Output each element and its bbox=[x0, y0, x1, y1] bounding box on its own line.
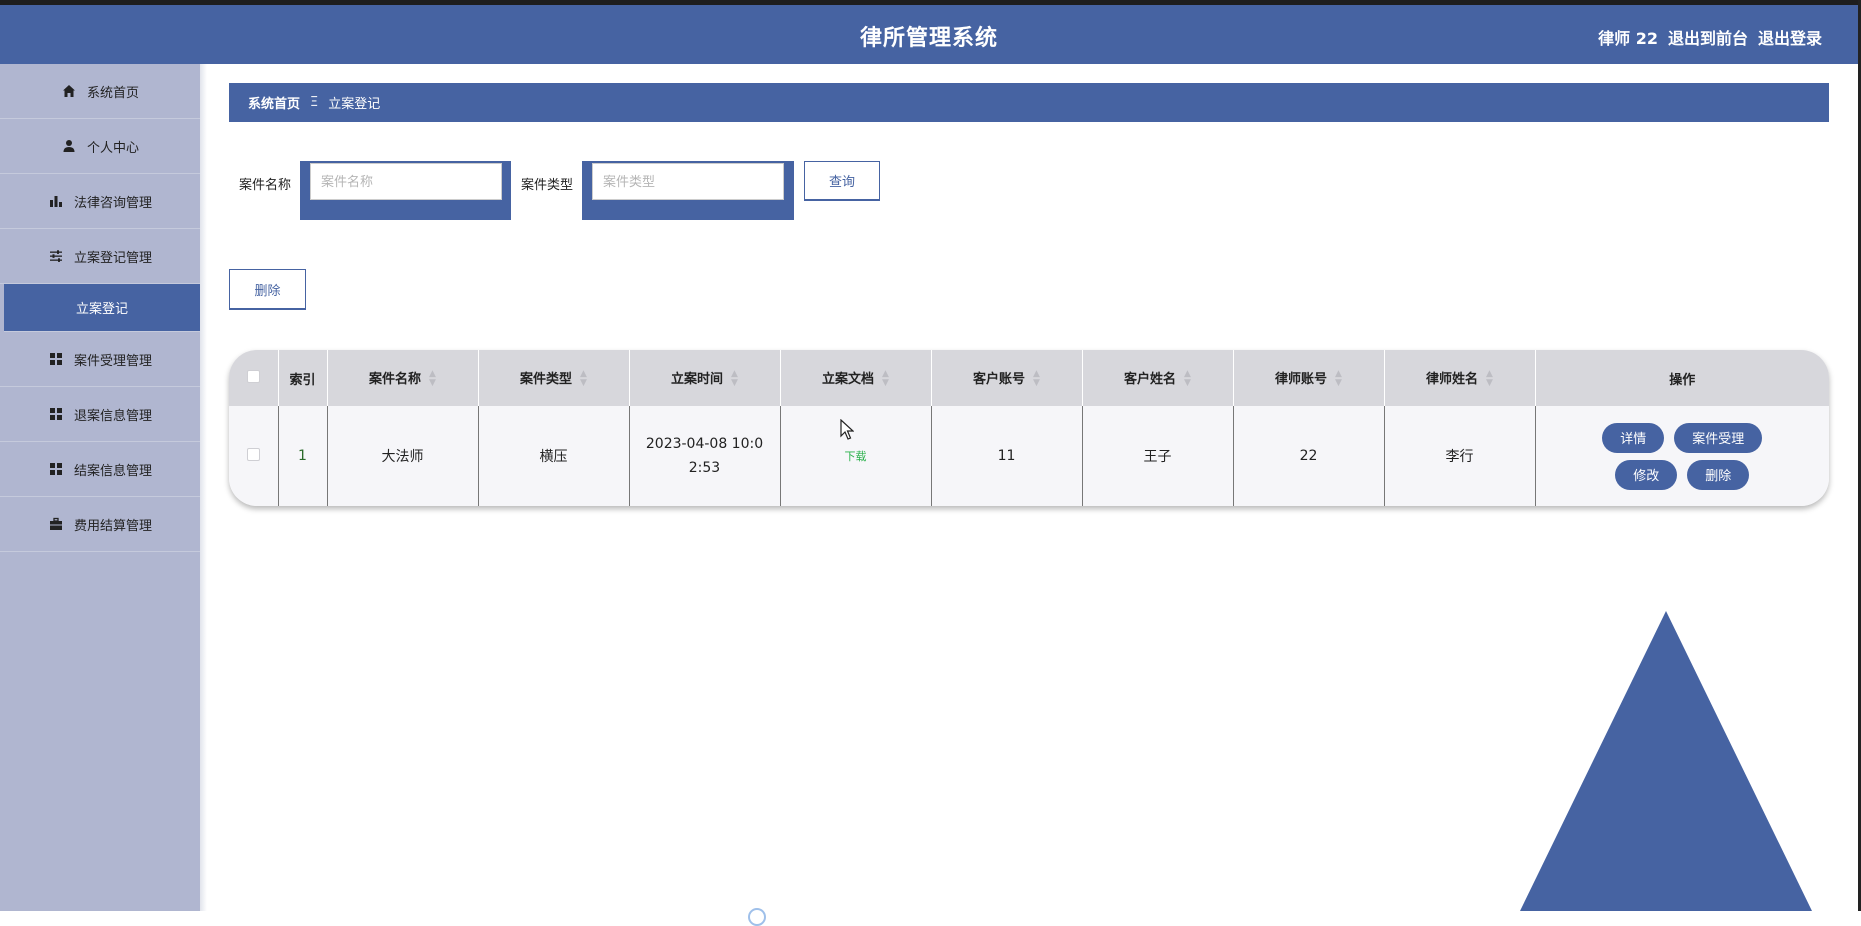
sidebar-item-legal-consult[interactable]: 法律咨询管理 bbox=[0, 174, 200, 229]
mouse-cursor-icon bbox=[840, 418, 855, 445]
grid-icon bbox=[48, 461, 64, 477]
decorative-triangle bbox=[1520, 611, 1812, 911]
sidebar-shadow bbox=[200, 64, 207, 911]
row-select-cell bbox=[229, 406, 279, 506]
sort-icon[interactable]: ▲ ▼ bbox=[882, 370, 889, 388]
bulk-delete-button[interactable]: 删除 bbox=[229, 269, 306, 310]
sort-icon[interactable]: ▲ ▼ bbox=[429, 370, 436, 388]
sort-icon[interactable]: ▲ ▼ bbox=[1486, 370, 1493, 388]
column-header[interactable]: 客户账号 ▲ ▼ bbox=[931, 350, 1083, 406]
actions-cell: 详情 案件受理 修改 删除 bbox=[1535, 406, 1829, 506]
sort-icon[interactable]: ▲ ▼ bbox=[731, 370, 738, 388]
breadcrumb-home[interactable]: 系统首页 bbox=[248, 93, 300, 112]
user-icon bbox=[61, 138, 77, 154]
breadcrumb: 系统首页 Ξ 立案登记 bbox=[229, 83, 1829, 122]
document-cell: 下载 bbox=[780, 406, 932, 506]
search-bar: 案件名称 案件类型 查询 bbox=[229, 161, 881, 221]
sidebar-item-label: 个人中心 bbox=[86, 140, 139, 156]
sidebar-item-label: 费用结算管理 bbox=[73, 518, 152, 534]
lawyer-account-cell: 22 bbox=[1233, 406, 1385, 506]
filing-time-cell: 2023-04-08 10:02:53 bbox=[629, 406, 781, 506]
row-index: 1 bbox=[278, 406, 328, 506]
column-header[interactable]: 案件名称 ▲ ▼ bbox=[327, 350, 479, 406]
query-button[interactable]: 查询 bbox=[804, 161, 881, 201]
grid-icon bbox=[48, 406, 64, 422]
case-type-input[interactable] bbox=[592, 163, 785, 200]
case-name-label: 案件名称 bbox=[239, 178, 292, 193]
column-header[interactable]: 立案文档 ▲ ▼ bbox=[780, 350, 932, 406]
lawyer-name-cell: 李行 bbox=[1384, 406, 1536, 506]
case-type-input-box bbox=[582, 161, 795, 220]
column-header: 操作 bbox=[1535, 350, 1829, 406]
sort-icon[interactable]: ▲ ▼ bbox=[1184, 370, 1191, 388]
client-account-cell: 11 bbox=[931, 406, 1083, 506]
sidebar-item-label: 退案信息管理 bbox=[73, 408, 152, 424]
briefcase-icon bbox=[48, 516, 64, 532]
app-title: 律所管理系统 bbox=[859, 26, 998, 51]
delete-button[interactable]: 删除 bbox=[1687, 459, 1750, 490]
sidebar-item-personal[interactable]: 个人中心 bbox=[0, 119, 200, 174]
exit-to-front-link[interactable]: 退出到前台 bbox=[1668, 25, 1748, 49]
edit-button[interactable]: 修改 bbox=[1615, 459, 1678, 490]
sidebar-item-case-withdrawal[interactable]: 退案信息管理 bbox=[0, 387, 200, 442]
top-header: 律所管理系统 律师 22 退出到前台 退出登录 bbox=[0, 5, 1858, 64]
logout-link[interactable]: 退出登录 bbox=[1758, 25, 1822, 49]
sidebar-item-fee-settlement[interactable]: 费用结算管理 bbox=[0, 497, 200, 552]
grid-icon bbox=[48, 351, 64, 367]
case-table: 索引 案件名称 ▲ ▼ 案件类型 ▲ ▼ 立案时间 ▲ ▼ 立案文档 ▲ ▼ 客户账号 ▲ ▼ 客户… bbox=[229, 350, 1829, 506]
table-row: 1 大法师 横压 2023-04-08 10:02:53 下载 11 王子 22… bbox=[229, 406, 1829, 506]
header-user-area: 律师 22 退出到前台 退出登录 bbox=[1598, 25, 1822, 49]
column-header[interactable]: 立案时间 ▲ ▼ bbox=[629, 350, 781, 406]
sidebar-item-label: 立案登记管理 bbox=[73, 250, 152, 266]
bar-chart-icon bbox=[48, 193, 64, 209]
sidebar-item-home[interactable]: 系统首页 bbox=[0, 64, 200, 119]
case-type-cell: 横压 bbox=[478, 406, 630, 506]
current-user: 律师 22 bbox=[1598, 29, 1658, 48]
sidebar-item-case-filing[interactable]: 立案登记管理 bbox=[0, 229, 200, 284]
row-checkbox[interactable] bbox=[246, 447, 260, 461]
sidebar-item-case-closing[interactable]: 结案信息管理 bbox=[0, 442, 200, 497]
row-actions: 详情 案件受理 修改 删除 bbox=[1536, 422, 1830, 490]
sort-icon[interactable]: ▲ ▼ bbox=[580, 370, 587, 388]
breadcrumb-current: 立案登记 bbox=[328, 97, 381, 112]
column-header[interactable]: 律师账号 ▲ ▼ bbox=[1233, 350, 1385, 406]
sidebar-item-label: 结案信息管理 bbox=[73, 463, 152, 479]
sidebar-item-case-acceptance[interactable]: 案件受理管理 bbox=[0, 332, 200, 387]
row-actions-top: 详情 案件受理 bbox=[1602, 422, 1763, 453]
sidebar-item-label: 案件受理管理 bbox=[73, 353, 152, 369]
sliders-icon bbox=[48, 248, 64, 264]
sidebar-item-label: 法律咨询管理 bbox=[73, 195, 152, 211]
accept-case-button[interactable]: 案件受理 bbox=[1674, 422, 1763, 453]
column-header: 索引 bbox=[278, 350, 328, 406]
breadcrumb-separator: Ξ bbox=[310, 95, 319, 110]
sort-icon[interactable]: ▲ ▼ bbox=[1335, 370, 1342, 388]
case-name-input[interactable] bbox=[310, 163, 503, 200]
case-name-input-box bbox=[300, 161, 512, 220]
case-name-cell: 大法师 bbox=[327, 406, 479, 506]
download-link[interactable]: 下载 bbox=[845, 450, 867, 463]
filing-time-text: 2023-04-08 10:02:53 bbox=[645, 436, 764, 476]
sidebar: 系统首页 个人中心 法律咨询管理 立案登记管理 立案登记 案件受理管理 退案信息… bbox=[0, 64, 200, 911]
sidebar-subitem-case-filing[interactable]: 立案登记 bbox=[4, 284, 200, 332]
case-type-label: 案件类型 bbox=[521, 178, 574, 193]
select-all-checkbox[interactable] bbox=[246, 369, 260, 383]
detail-button[interactable]: 详情 bbox=[1602, 422, 1665, 453]
sidebar-item-label: 系统首页 bbox=[86, 85, 139, 101]
home-icon bbox=[61, 83, 77, 99]
sort-icon[interactable]: ▲ ▼ bbox=[1033, 370, 1040, 388]
column-header[interactable]: 案件类型 ▲ ▼ bbox=[478, 350, 630, 406]
row-actions-bottom: 修改 删除 bbox=[1615, 459, 1750, 490]
select-all-cell bbox=[229, 350, 279, 406]
column-header[interactable]: 律师姓名 ▲ ▼ bbox=[1384, 350, 1536, 406]
client-name-cell: 王子 bbox=[1082, 406, 1234, 506]
column-header[interactable]: 客户姓名 ▲ ▼ bbox=[1082, 350, 1234, 406]
table-header-row: 索引 案件名称 ▲ ▼ 案件类型 ▲ ▼ 立案时间 ▲ ▼ 立案文档 ▲ ▼ 客户账号 ▲ ▼ 客户… bbox=[229, 350, 1829, 406]
